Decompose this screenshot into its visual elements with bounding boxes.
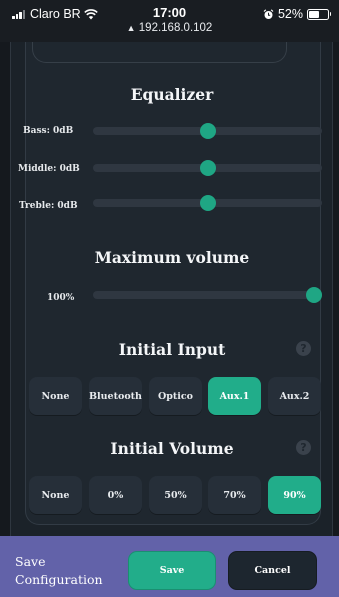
middle-slider-knob[interactable]	[200, 160, 216, 176]
input-option-aux2[interactable]: Aux.2	[268, 377, 321, 415]
volume-option-50[interactable]: 50%	[149, 476, 202, 514]
footer-label-line1: Save	[15, 554, 46, 569]
input-option-none[interactable]: None	[29, 377, 82, 415]
cancel-button[interactable]: Cancel	[228, 551, 317, 590]
input-option-aux1[interactable]: Aux.1	[208, 377, 261, 415]
treble-slider-knob[interactable]	[200, 195, 216, 211]
footer-label-line2: Configuration	[15, 572, 103, 587]
battery-percent: 52%	[277, 7, 303, 21]
url-bar[interactable]: ▲ 192.168.0.102	[0, 22, 339, 34]
volume-option-90[interactable]: 90%	[268, 476, 321, 514]
initial-volume-title: Initial Volume	[110, 439, 234, 458]
status-bar: Claro BR 17:00 ▲ 192.168.0.102 52%	[0, 0, 339, 42]
max-volume-slider-knob[interactable]	[306, 287, 322, 303]
max-volume-title: Maximum volume	[94, 248, 250, 267]
status-right: 52%	[263, 7, 331, 21]
max-volume-slider[interactable]	[93, 291, 322, 299]
lock-icon: ▲	[126, 23, 136, 33]
save-configuration-label: Save Configuration	[15, 553, 103, 589]
volume-option-70[interactable]: 70%	[208, 476, 261, 514]
max-volume-value: 100%	[47, 293, 75, 303]
input-option-bluetooth[interactable]: Bluetooth	[89, 377, 142, 415]
url-text: 192.168.0.102	[138, 22, 213, 34]
input-option-optico[interactable]: Optico	[149, 377, 202, 415]
question-icon[interactable]: ?	[296, 440, 311, 455]
treble-label: Treble: 0dB	[19, 201, 78, 211]
bass-slider-knob[interactable]	[200, 123, 216, 139]
equalizer-title: Equalizer	[130, 85, 214, 104]
initial-input-title: Initial Input	[118, 340, 226, 359]
previous-section-edge	[32, 42, 287, 63]
question-icon[interactable]: ?	[296, 341, 311, 356]
volume-option-0[interactable]: 0%	[89, 476, 142, 514]
battery-icon	[307, 8, 331, 20]
alarm-icon	[263, 8, 274, 19]
save-button[interactable]: Save	[128, 551, 216, 590]
bass-label: Bass: 0dB	[23, 126, 74, 136]
middle-label: Middle: 0dB	[18, 164, 80, 174]
volume-option-none[interactable]: None	[29, 476, 82, 514]
